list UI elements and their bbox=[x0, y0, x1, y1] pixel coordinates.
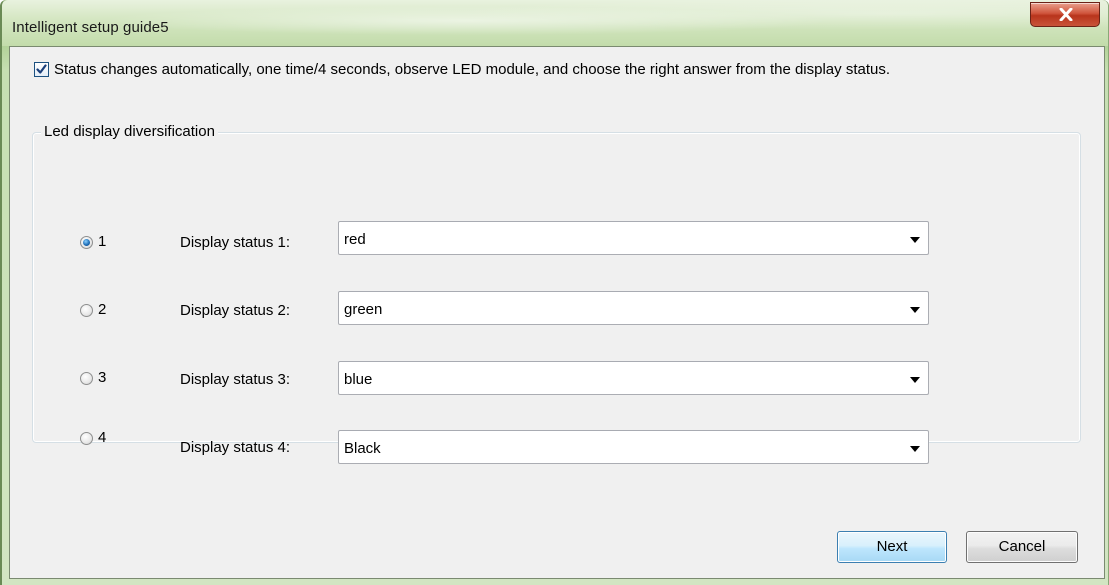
display-status-dropdown-4[interactable]: Black bbox=[338, 430, 929, 464]
auto-status-label[interactable]: Status changes automatically, one time/4… bbox=[54, 61, 890, 78]
status-radio-label-2[interactable]: 2 bbox=[98, 301, 106, 318]
next-button[interactable]: Next bbox=[837, 531, 947, 563]
display-status-value-2: green bbox=[344, 301, 383, 318]
display-status-label-3: Display status 3: bbox=[180, 371, 291, 388]
display-status-value-1: red bbox=[344, 231, 366, 248]
close-button[interactable] bbox=[1030, 2, 1100, 27]
status-radio-2[interactable] bbox=[80, 304, 93, 317]
display-status-value-3: blue bbox=[344, 371, 373, 388]
led-display-groupbox: Led display diversification bbox=[32, 123, 1081, 443]
display-status-label-1: Display status 1: bbox=[180, 234, 291, 251]
display-status-label-2: Display status 2: bbox=[180, 302, 291, 319]
close-icon bbox=[1059, 8, 1073, 21]
status-radio-1[interactable] bbox=[80, 236, 93, 249]
cancel-button[interactable]: Cancel bbox=[966, 531, 1078, 563]
chevron-down-icon bbox=[910, 377, 920, 383]
display-status-dropdown-1[interactable]: red bbox=[338, 221, 929, 255]
display-status-dropdown-3[interactable]: blue bbox=[338, 361, 929, 395]
status-radio-4[interactable] bbox=[80, 432, 93, 445]
display-status-value-4: Black bbox=[344, 440, 381, 457]
chevron-down-icon bbox=[910, 307, 920, 313]
window-title: Intelligent setup guide5 bbox=[12, 19, 169, 36]
status-radio-label-4[interactable]: 4 bbox=[98, 429, 106, 446]
status-radio-3[interactable] bbox=[80, 372, 93, 385]
chevron-down-icon bbox=[910, 237, 920, 243]
status-radio-label-1[interactable]: 1 bbox=[98, 233, 106, 250]
display-status-label-4: Display status 4: bbox=[180, 439, 291, 456]
display-status-dropdown-2[interactable]: green bbox=[338, 291, 929, 325]
auto-status-checkbox[interactable] bbox=[34, 62, 49, 77]
checkmark-icon bbox=[36, 64, 47, 74]
chevron-down-icon bbox=[910, 446, 920, 452]
groupbox-title: Led display diversification bbox=[41, 123, 218, 140]
title-bar[interactable]: Intelligent setup guide5 bbox=[2, 0, 1108, 46]
status-radio-label-3[interactable]: 3 bbox=[98, 369, 106, 386]
